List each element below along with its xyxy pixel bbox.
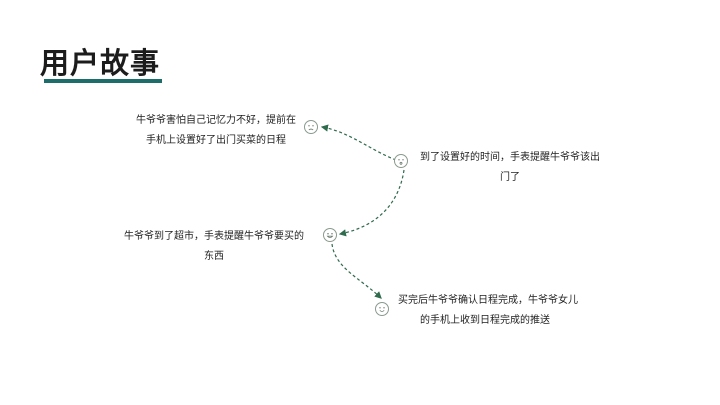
step-1-line-2: 手机上设置好了出门买菜的日程 [146, 135, 286, 146]
step-3-line-1: 牛爷爷到了超市，手表提醒牛爷爷要买的 [124, 231, 304, 242]
step-4-text: 买完后牛爷爷确认日程完成，牛爷爷女儿 的手机上收到日程完成的推送 [398, 291, 578, 331]
step-4-line-1: 买完后牛爷爷确认日程完成，牛爷爷女儿 [398, 295, 578, 306]
sad-face-icon [304, 120, 318, 134]
step-4-line-2: 的手机上收到日程完成的推送 [420, 315, 550, 326]
connector-lines [320, 124, 405, 299]
connector-step2-to-step1 [320, 124, 397, 161]
step-2-line-1: 到了设置好的时间，手表提醒牛爷爷该出 [420, 152, 600, 163]
step-1-line-1: 牛爷爷害怕自己记忆力不好，提前在 [136, 115, 296, 126]
step-3-line-2: 东西 [204, 251, 224, 262]
step-1-text: 牛爷爷害怕自己记忆力不好，提前在 手机上设置好了出门买菜的日程 [136, 111, 296, 151]
neutral-face-icon [394, 154, 408, 168]
smile-face-icon [375, 302, 389, 316]
step-2-line-2: 门了 [500, 172, 520, 183]
connector-step3-to-step4 [331, 243, 382, 299]
step-2-text: 到了设置好的时间，手表提醒牛爷爷该出 门了 [420, 148, 600, 188]
slide: 用户故事 牛爷爷害怕自己记忆力不好，提前在 手机上设置好了出门买菜的日程 到了设… [0, 0, 720, 405]
step-3-text: 牛爷爷到了超市，手表提醒牛爷爷要买的 东西 [124, 227, 304, 267]
grin-face-icon [323, 228, 337, 242]
connector-step2-to-step3 [338, 169, 405, 237]
